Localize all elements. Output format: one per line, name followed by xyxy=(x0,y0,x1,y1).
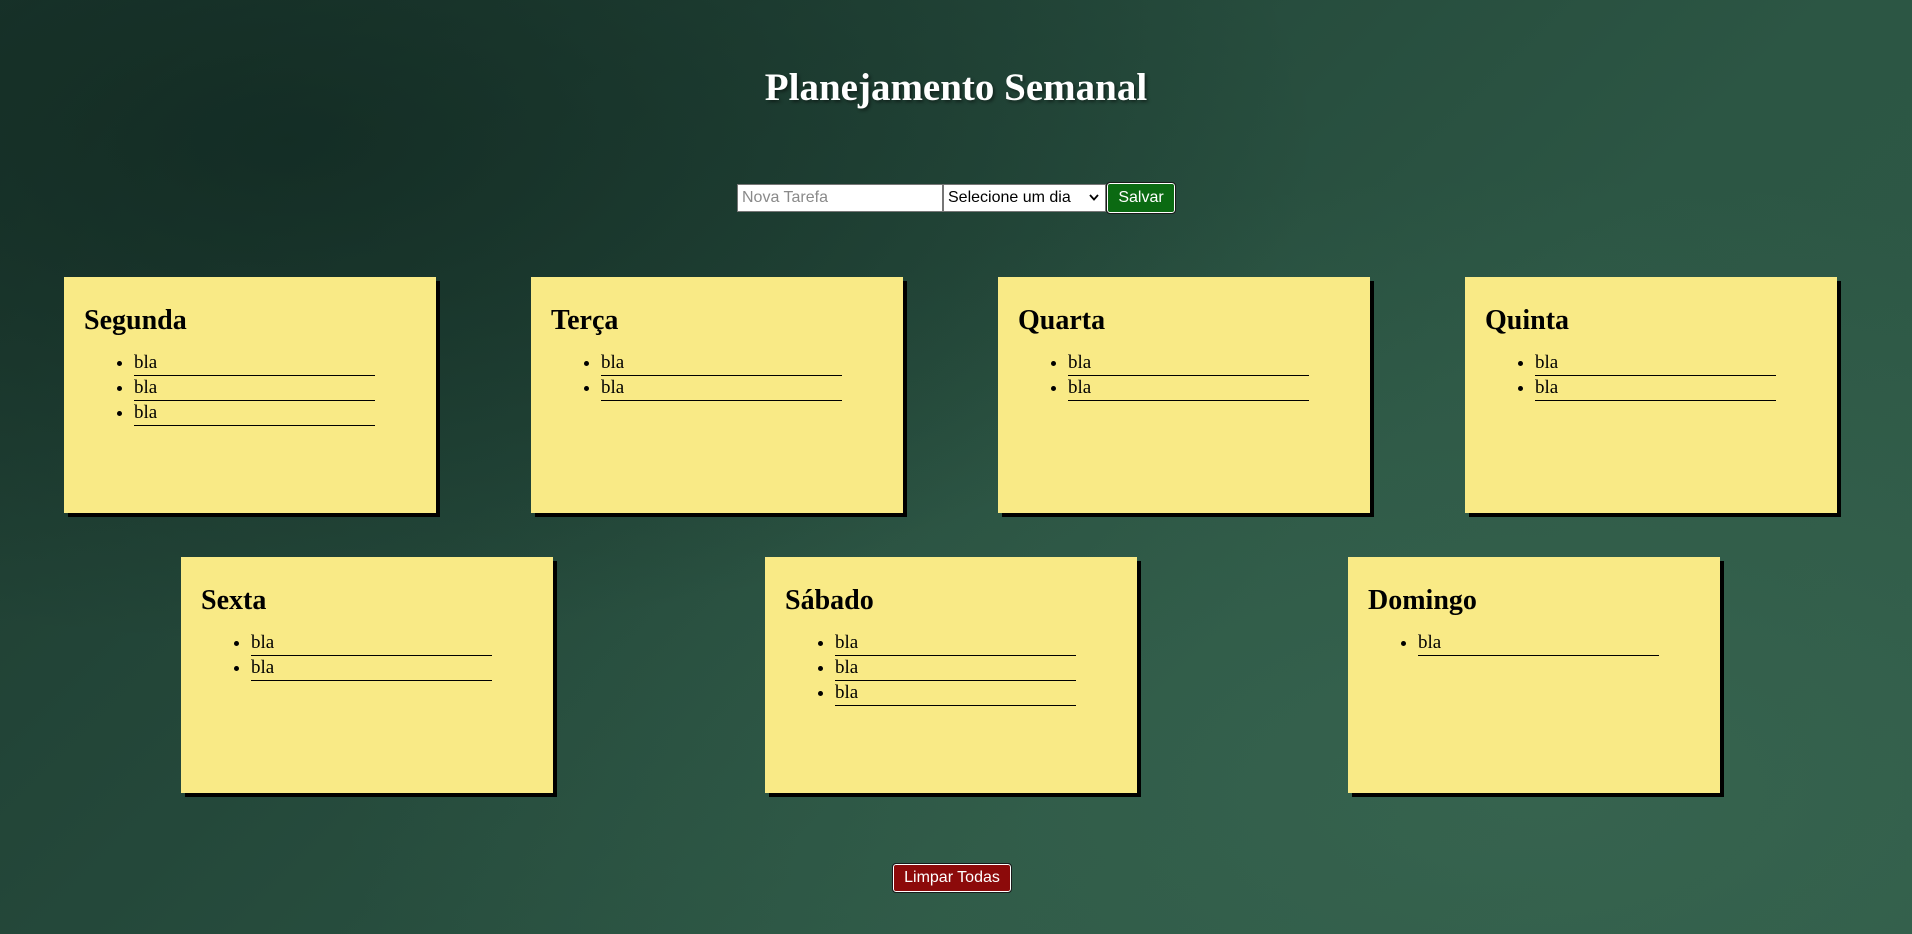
task-text: bla xyxy=(1068,352,1309,376)
task-text: bla xyxy=(835,632,1076,656)
task-text: bla xyxy=(1535,352,1776,376)
task-text: bla xyxy=(1418,632,1659,656)
new-task-input[interactable] xyxy=(737,184,943,212)
day-select[interactable]: Selecione um dia xyxy=(943,184,1106,212)
list-item[interactable]: bla xyxy=(134,401,416,426)
list-item[interactable]: bla xyxy=(835,631,1117,656)
task-list: bla bla xyxy=(1485,351,1817,401)
day-select-value: Selecione um dia xyxy=(948,189,1071,206)
day-title: Sexta xyxy=(201,585,267,616)
task-list: bla xyxy=(1368,631,1700,656)
task-text: bla xyxy=(601,377,842,401)
list-item[interactable]: bla xyxy=(251,631,533,656)
day-title: Terça xyxy=(551,305,619,336)
day-card-quarta: Quarta bla bla xyxy=(998,277,1370,513)
day-title: Quinta xyxy=(1485,305,1570,336)
task-text: bla xyxy=(134,377,375,401)
day-title: Sábado xyxy=(785,585,874,616)
list-item[interactable]: bla xyxy=(134,351,416,376)
task-list: bla bla bla xyxy=(84,351,416,426)
task-text: bla xyxy=(601,352,842,376)
task-list: bla bla xyxy=(1018,351,1350,401)
day-title: Quarta xyxy=(1018,305,1106,336)
day-card-domingo: Domingo bla xyxy=(1348,557,1720,793)
list-item[interactable]: bla xyxy=(835,681,1117,706)
task-text: bla xyxy=(134,402,375,426)
list-item[interactable]: bla xyxy=(1535,351,1817,376)
task-list: bla bla xyxy=(201,631,533,681)
list-item[interactable]: bla xyxy=(1418,631,1700,656)
save-button[interactable]: Salvar xyxy=(1106,182,1176,214)
task-form: Selecione um dia Salvar xyxy=(737,182,1176,214)
list-item[interactable]: bla xyxy=(1068,351,1350,376)
list-item[interactable]: bla xyxy=(251,656,533,681)
list-item[interactable]: bla xyxy=(601,351,883,376)
clear-all-button[interactable]: Limpar Todas xyxy=(892,863,1012,893)
task-text: bla xyxy=(251,657,492,681)
task-text: bla xyxy=(251,632,492,656)
list-item[interactable]: bla xyxy=(601,376,883,401)
day-card-sabado: Sábado bla bla bla xyxy=(765,557,1137,793)
day-title: Segunda xyxy=(84,305,187,336)
task-list: bla bla xyxy=(551,351,883,401)
list-item[interactable]: bla xyxy=(1068,376,1350,401)
task-text: bla xyxy=(835,657,1076,681)
day-card-terca: Terça bla bla xyxy=(531,277,903,513)
task-text: bla xyxy=(134,352,375,376)
task-text: bla xyxy=(1068,377,1309,401)
task-list: bla bla bla xyxy=(785,631,1117,706)
day-title: Domingo xyxy=(1368,585,1477,616)
day-card-quinta: Quinta bla bla xyxy=(1465,277,1837,513)
chevron-down-icon xyxy=(1089,194,1099,201)
list-item[interactable]: bla xyxy=(835,656,1117,681)
task-text: bla xyxy=(835,682,1076,706)
page-title: Planejamento Semanal xyxy=(764,66,1148,109)
task-text: bla xyxy=(1535,377,1776,401)
day-card-sexta: Sexta bla bla xyxy=(181,557,553,793)
list-item[interactable]: bla xyxy=(1535,376,1817,401)
day-card-segunda: Segunda bla bla bla xyxy=(64,277,436,513)
list-item[interactable]: bla xyxy=(134,376,416,401)
